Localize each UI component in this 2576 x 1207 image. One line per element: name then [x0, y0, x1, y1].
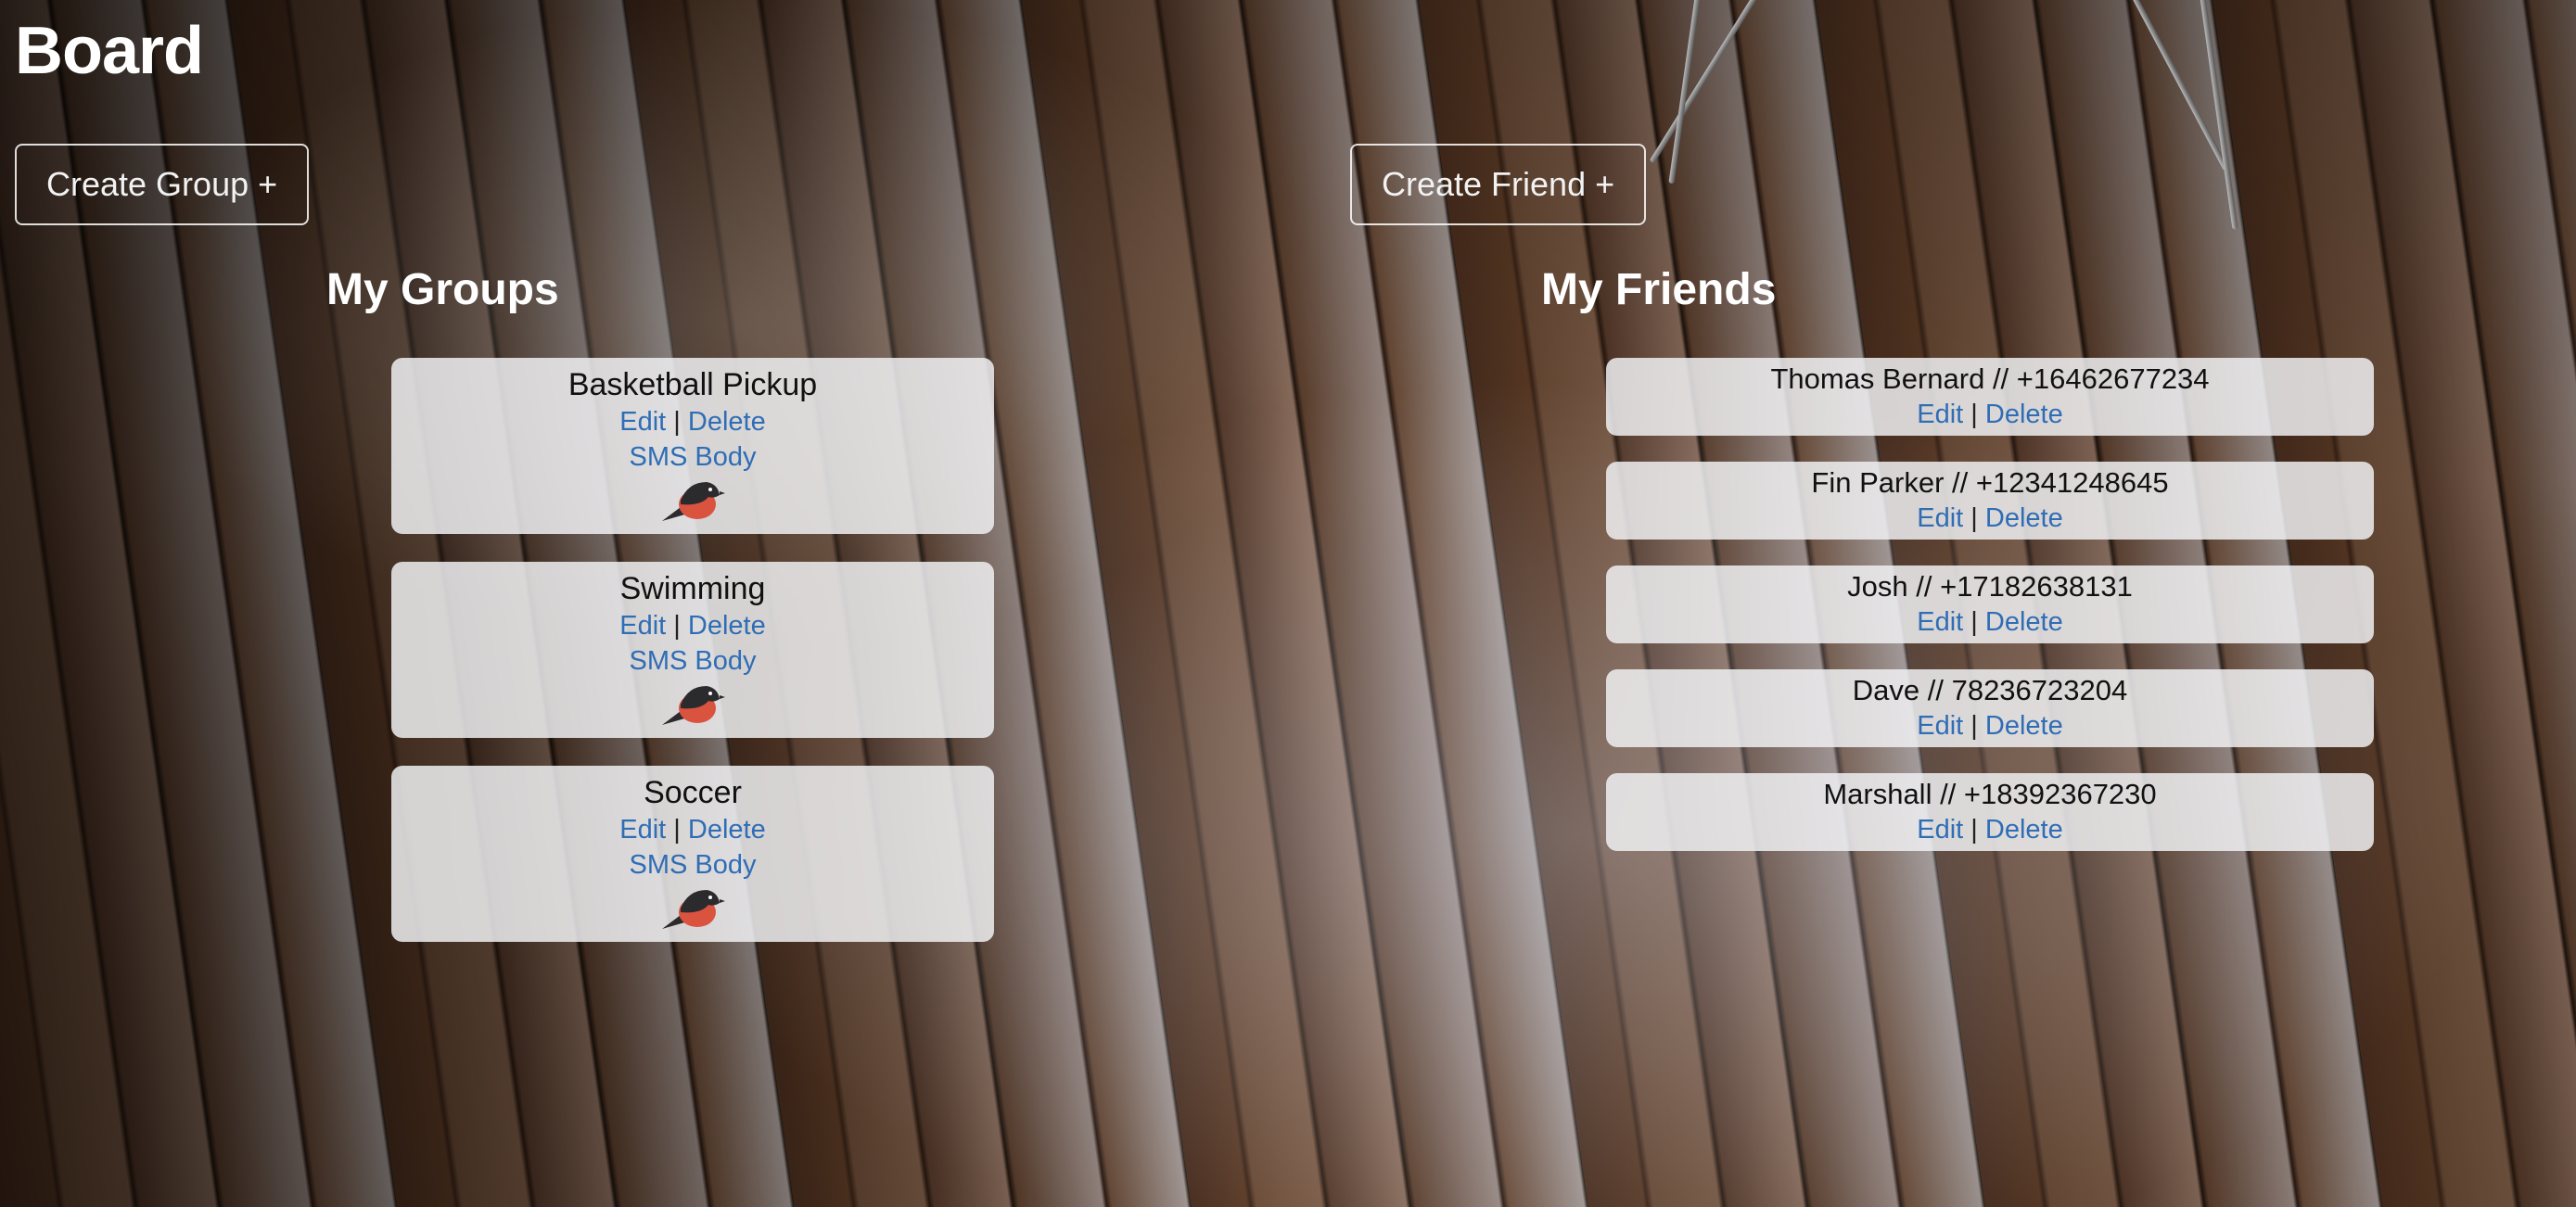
bird-icon [662, 686, 725, 725]
action-separator: | [673, 407, 681, 437]
delete-friend-link[interactable]: Delete [1985, 503, 2063, 533]
edit-group-link[interactable]: Edit [619, 407, 666, 437]
friend-card: Fin Parker // +12341248645 Edit | Delete [1606, 462, 2374, 540]
action-separator: | [1970, 711, 1978, 741]
delete-friend-link[interactable]: Delete [1985, 711, 2063, 741]
friend-actions: Edit | Delete [1606, 708, 2374, 743]
delete-group-link[interactable]: Delete [688, 815, 766, 845]
group-card: Basketball Pickup Edit | Delete SMS Body [391, 358, 994, 534]
my-groups-heading: My Groups [326, 265, 559, 314]
friend-actions: Edit | Delete [1606, 812, 2374, 847]
friend-actions: Edit | Delete [1606, 501, 2374, 536]
edit-friend-link[interactable]: Edit [1917, 400, 1963, 429]
friend-actions: Edit | Delete [1606, 397, 2374, 432]
group-name: Basketball Pickup [567, 367, 818, 402]
friend-actions: Edit | Delete [1606, 604, 2374, 640]
edit-group-link[interactable]: Edit [619, 611, 666, 641]
group-card: Soccer Edit | Delete SMS Body [391, 766, 994, 942]
action-separator: | [673, 815, 681, 845]
chair-leg-decoration [1649, 0, 1767, 164]
delete-friend-link[interactable]: Delete [1985, 815, 2063, 845]
friend-name-phone: Dave // 78236723204 [1852, 674, 2128, 706]
group-actions: Edit | Delete [391, 608, 994, 643]
create-friend-button[interactable]: Create Friend + [1350, 144, 1647, 225]
bird-icon [662, 482, 725, 521]
sms-body-link[interactable]: SMS Body [630, 442, 757, 472]
edit-friend-link[interactable]: Edit [1917, 607, 1963, 637]
action-separator: | [1970, 503, 1978, 533]
group-card: Swimming Edit | Delete SMS Body [391, 562, 994, 738]
delete-group-link[interactable]: Delete [688, 611, 766, 641]
friend-name-phone: Thomas Bernard // +16462677234 [1770, 362, 2210, 395]
friend-card: Thomas Bernard // +16462677234 Edit | De… [1606, 358, 2374, 436]
create-group-button[interactable]: Create Group + [15, 144, 310, 225]
friend-card: Josh // +17182638131 Edit | Delete [1606, 565, 2374, 643]
friend-card: Marshall // +18392367230 Edit | Delete [1606, 773, 2374, 851]
action-separator: | [1970, 607, 1978, 637]
group-name: Soccer [644, 775, 742, 810]
edit-friend-link[interactable]: Edit [1917, 711, 1963, 741]
action-separator: | [1970, 815, 1978, 845]
group-name: Swimming [619, 571, 766, 606]
delete-friend-link[interactable]: Delete [1985, 607, 2063, 637]
edit-friend-link[interactable]: Edit [1917, 503, 1963, 533]
my-friends-heading: My Friends [1541, 265, 1777, 314]
sms-body-link[interactable]: SMS Body [630, 850, 757, 880]
action-separator: | [1970, 400, 1978, 429]
friend-name-phone: Fin Parker // +12341248645 [1811, 466, 2169, 499]
friend-name-phone: Marshall // +18392367230 [1823, 778, 2157, 810]
delete-friend-link[interactable]: Delete [1985, 400, 2063, 429]
edit-friend-link[interactable]: Edit [1917, 815, 1963, 845]
action-separator: | [673, 611, 681, 641]
page-title: Board [15, 14, 204, 88]
bird-icon [662, 890, 725, 929]
delete-group-link[interactable]: Delete [688, 407, 766, 437]
edit-group-link[interactable]: Edit [619, 815, 666, 845]
chair-leg-decoration [2198, 0, 2238, 230]
sms-body-link[interactable]: SMS Body [630, 646, 757, 676]
group-actions: Edit | Delete [391, 404, 994, 439]
friend-card: Dave // 78236723204 Edit | Delete [1606, 669, 2374, 747]
friend-name-phone: Josh // +17182638131 [1847, 570, 2133, 603]
group-actions: Edit | Delete [391, 812, 994, 847]
